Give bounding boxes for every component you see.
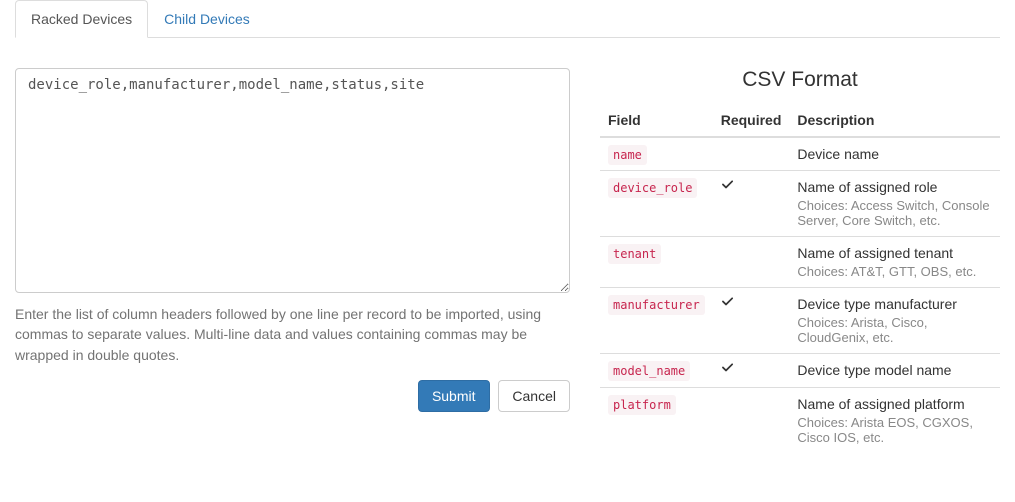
field-description: Device type manufacturer (797, 296, 992, 312)
check-icon (721, 179, 735, 196)
field-choices: Choices: Arista, Cisco, CloudGenix, etc. (797, 315, 992, 345)
col-description: Description (789, 104, 1000, 137)
csv-input[interactable] (15, 68, 570, 293)
tabs: Racked Devices Child Devices (15, 0, 1000, 38)
table-row: platform Name of assigned platform Choices… (600, 388, 1000, 454)
help-text: Enter the list of column headers followe… (15, 304, 570, 365)
field-code: device_role (608, 178, 697, 198)
field-choices: Choices: Access Switch, Console Server, … (797, 198, 992, 228)
submit-button[interactable]: Submit (418, 380, 490, 412)
field-code: tenant (608, 244, 661, 264)
check-icon (721, 362, 735, 379)
field-description: Device name (797, 146, 992, 162)
csv-format-title: CSV Format (600, 68, 1000, 92)
col-field: Field (600, 104, 713, 137)
tab-racked-devices[interactable]: Racked Devices (15, 0, 148, 38)
cancel-button[interactable]: Cancel (498, 380, 570, 412)
csv-format-table: Field Required Description name Device na… (600, 104, 1000, 453)
field-description: Name of assigned role (797, 179, 992, 195)
field-code: manufacturer (608, 295, 705, 315)
table-row: device_role Name of assigned role Choices:… (600, 171, 1000, 237)
field-description: Name of assigned platform (797, 396, 992, 412)
field-choices: Choices: Arista EOS, CGXOS, Cisco IOS, e… (797, 415, 992, 445)
field-code: name (608, 145, 647, 165)
table-row: name Device name (600, 137, 1000, 171)
check-icon (721, 296, 735, 313)
table-row: manufacturer Device type manufacturer Choi… (600, 288, 1000, 354)
table-row: model_name Device type model name (600, 354, 1000, 388)
field-code: model_name (608, 361, 690, 381)
table-row: tenant Name of assigned tenant Choices: AT… (600, 237, 1000, 288)
field-choices: Choices: AT&T, GTT, OBS, etc. (797, 264, 992, 279)
field-description: Name of assigned tenant (797, 245, 992, 261)
field-code: platform (608, 395, 676, 415)
col-required: Required (713, 104, 790, 137)
field-description: Device type model name (797, 362, 992, 378)
tab-child-devices[interactable]: Child Devices (148, 0, 266, 38)
